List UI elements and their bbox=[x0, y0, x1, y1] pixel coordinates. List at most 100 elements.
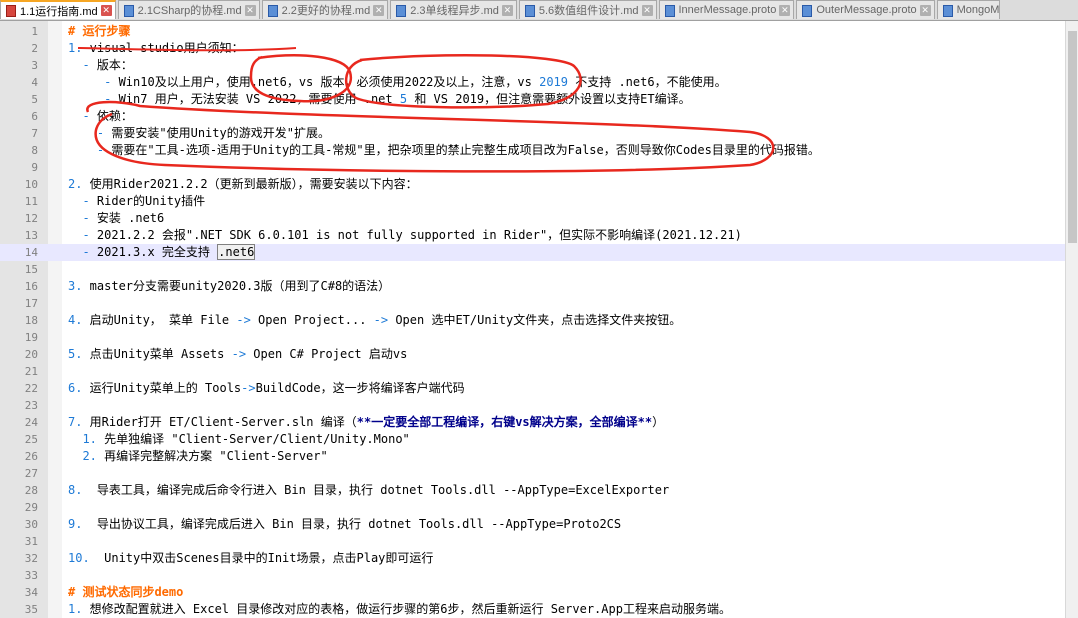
close-icon[interactable]: ✕ bbox=[919, 4, 931, 16]
line-number: 31 bbox=[24, 535, 38, 548]
line-number: 32 bbox=[24, 552, 38, 565]
line-number: 27 bbox=[24, 467, 38, 480]
code-line[interactable]: 13 - 2021.2.2 会报".NET SDK 6.0.101 is not… bbox=[0, 227, 1065, 244]
tab-numeric-component[interactable]: 5.6数值组件设计.md ✕ bbox=[518, 0, 657, 19]
code-line[interactable]: 32 10. Unity中双击Scenes目录中的Init场景，点击Play即可运… bbox=[0, 550, 1065, 567]
line-text: 3. master分支需要unity2020.3版（用到了C#8的语法） bbox=[68, 279, 391, 293]
line-number: 35 bbox=[24, 603, 38, 616]
code-line[interactable]: 10 2. 使用Rider2021.2.2（更新到最新版），需要安装以下内容： bbox=[0, 176, 1065, 193]
code-line[interactable]: 34 # 测试状态同步demo bbox=[0, 584, 1065, 601]
code-line[interactable]: 16 3. master分支需要unity2020.3版（用到了C#8的语法） bbox=[0, 278, 1065, 295]
line-number: 3 bbox=[31, 59, 38, 72]
line-number: 21 bbox=[24, 365, 38, 378]
code-line[interactable]: 31 bbox=[0, 533, 1065, 550]
code-line[interactable]: 26 2. 再编译完整解决方案 "Client-Server" bbox=[0, 448, 1065, 465]
code-line[interactable]: 27 bbox=[0, 465, 1065, 482]
code-line[interactable]: 25 1. 先单独编译 "Client-Server/Client/Unity.… bbox=[0, 431, 1065, 448]
tab-outer-message[interactable]: OuterMessage.proto ✕ bbox=[796, 0, 935, 19]
line-text: - 版本： bbox=[82, 58, 133, 72]
code-line[interactable]: 21 bbox=[0, 363, 1065, 380]
line-text: 2. 使用Rider2021.2.2（更新到最新版），需要安装以下内容： bbox=[68, 177, 418, 191]
code-line[interactable]: 20 5. 点击Unity菜单 Assets -> Open C# Project… bbox=[0, 346, 1065, 363]
code-line[interactable]: 23 bbox=[0, 397, 1065, 414]
line-number: 9 bbox=[31, 161, 38, 174]
code-line[interactable]: 19 bbox=[0, 329, 1065, 346]
line-number: 17 bbox=[24, 297, 38, 310]
code-line[interactable]: 4 - Win10及以上用户，使用.net6，vs 版本，必须使用2022及以上… bbox=[0, 74, 1065, 91]
line-number: 6 bbox=[31, 110, 38, 123]
line-text: - Win7 用户，无法安装 VS 2022，需要使用 .net 5 和 VS … bbox=[104, 92, 691, 106]
line-number: 33 bbox=[24, 569, 38, 582]
line-number: 25 bbox=[24, 433, 38, 446]
code-line[interactable]: 35 1. 想修改配置就进入 Excel 目录修改对应的表格，做运行步骤的第6步，… bbox=[0, 601, 1065, 618]
tab-label: 1.1运行指南.md bbox=[20, 5, 98, 18]
line-number: 20 bbox=[24, 348, 38, 361]
line-text: - Win10及以上用户，使用.net6，vs 版本，必须使用2022及以上，注… bbox=[104, 75, 727, 89]
line-text: 1. 先单独编译 "Client-Server/Client/Unity.Mon… bbox=[82, 432, 410, 446]
close-icon[interactable]: ✕ bbox=[373, 4, 385, 16]
code-line[interactable]: 5 - Win7 用户，无法安装 VS 2022，需要使用 .net 5 和 V… bbox=[0, 91, 1065, 108]
code-line[interactable]: 17 bbox=[0, 295, 1065, 312]
tab-label: MongoM bbox=[956, 4, 1000, 16]
code-line[interactable]: 28 8. 导表工具，编译完成后命令行进入 Bin 目录，执行 dotnet To… bbox=[0, 482, 1065, 499]
code-line[interactable]: 14 - 2021.3.x 完全支持 .net6 bbox=[0, 244, 1065, 261]
code-line[interactable]: 30 9. 导出协议工具，编译完成后进入 Bin 目录，执行 dotnet Too… bbox=[0, 516, 1065, 533]
tab-run-guide[interactable]: 1.1运行指南.md ✕ bbox=[0, 0, 116, 19]
close-icon[interactable]: ✕ bbox=[244, 4, 256, 16]
code-line[interactable]: 24 7. 用Rider打开 ET/Client-Server.sln 编译（**… bbox=[0, 414, 1065, 431]
line-number: 7 bbox=[31, 127, 38, 140]
file-icon bbox=[267, 4, 278, 17]
line-text: 6. 运行Unity菜单上的 Tools->BuildCode，这一步将编译客户… bbox=[68, 381, 465, 395]
close-icon[interactable]: ✕ bbox=[779, 4, 791, 16]
close-icon[interactable]: ✕ bbox=[501, 4, 513, 16]
tab-better-coroutine[interactable]: 2.2更好的协程.md ✕ bbox=[261, 0, 389, 19]
line-number: 15 bbox=[24, 263, 38, 276]
code-line[interactable]: 11 - Rider的Unity插件 bbox=[0, 193, 1065, 210]
line-number: 14 bbox=[24, 246, 38, 259]
line-text: 4. 启动Unity， 菜单 File -> Open Project... -… bbox=[68, 313, 682, 327]
code-line[interactable]: 33 bbox=[0, 567, 1065, 584]
code-line[interactable]: 6 - 依赖： bbox=[0, 108, 1065, 125]
tab-mongo[interactable]: MongoM bbox=[936, 0, 1001, 19]
code-line[interactable]: 3 - 版本： bbox=[0, 57, 1065, 74]
line-number: 23 bbox=[24, 399, 38, 412]
file-icon bbox=[942, 4, 953, 17]
line-text: - 依赖： bbox=[82, 109, 133, 123]
code-line[interactable]: 29 bbox=[0, 499, 1065, 516]
tab-label: 2.1CSharp的协程.md bbox=[137, 5, 242, 17]
vertical-scrollbar[interactable] bbox=[1065, 21, 1078, 618]
line-text: - 安装 .net6 bbox=[82, 211, 165, 225]
code-line[interactable]: 1 # 运行步骤 bbox=[0, 23, 1065, 40]
line-text: - 2021.2.2 会报".NET SDK 6.0.101 is not fu… bbox=[82, 228, 742, 242]
file-icon bbox=[5, 4, 16, 17]
editor-area[interactable]: 1 # 运行步骤 2 1. visual studio用户须知： 3 - 版本： 4 - … bbox=[0, 21, 1065, 618]
close-icon[interactable]: ✕ bbox=[641, 4, 653, 16]
close-icon[interactable]: ✕ bbox=[100, 5, 112, 16]
code-line[interactable]: 18 4. 启动Unity， 菜单 File -> Open Project...… bbox=[0, 312, 1065, 329]
file-icon bbox=[664, 4, 675, 17]
line-number: 19 bbox=[24, 331, 38, 344]
tab-inner-message[interactable]: InnerMessage.proto ✕ bbox=[658, 0, 795, 19]
code-line[interactable]: 22 6. 运行Unity菜单上的 Tools->BuildCode，这一步将编译… bbox=[0, 380, 1065, 397]
scrollbar-thumb[interactable] bbox=[1068, 31, 1077, 243]
line-text: - 2021.3.x 完全支持 .net6 bbox=[82, 244, 256, 260]
code-line[interactable]: 2 1. visual studio用户须知： bbox=[0, 40, 1065, 57]
line-number: 16 bbox=[24, 280, 38, 293]
file-icon bbox=[395, 4, 407, 17]
line-text: # 运行步骤 bbox=[68, 24, 131, 38]
line-text: 1. 想修改配置就进入 Excel 目录修改对应的表格，做运行步骤的第6步，然后… bbox=[68, 602, 731, 616]
tab-single-thread-async[interactable]: 2.3单线程异步.md ✕ bbox=[390, 0, 517, 19]
tab-csharp-coroutine[interactable]: 2.1CSharp的协程.md ✕ bbox=[117, 0, 260, 19]
line-text: 8. 导表工具，编译完成后命令行进入 Bin 目录，执行 dotnet Tool… bbox=[68, 483, 670, 497]
code-line[interactable]: 12 - 安装 .net6 bbox=[0, 210, 1065, 227]
line-number: 11 bbox=[24, 195, 38, 208]
code-line[interactable]: 9 bbox=[0, 159, 1065, 176]
file-icon bbox=[801, 4, 813, 17]
code-line[interactable]: 7 - 需要安装"使用Unity的游戏开发"扩展。 bbox=[0, 125, 1065, 142]
code-line[interactable]: 8 - 需要在"工具-选项-适用于Unity的工具-常规"里，把杂项里的禁止完整… bbox=[0, 142, 1065, 159]
line-number: 26 bbox=[24, 450, 38, 463]
tab-label: 5.6数值组件设计.md bbox=[538, 5, 639, 17]
line-number: 24 bbox=[24, 416, 38, 429]
code-line[interactable]: 15 bbox=[0, 261, 1065, 278]
line-number: 4 bbox=[31, 76, 38, 89]
